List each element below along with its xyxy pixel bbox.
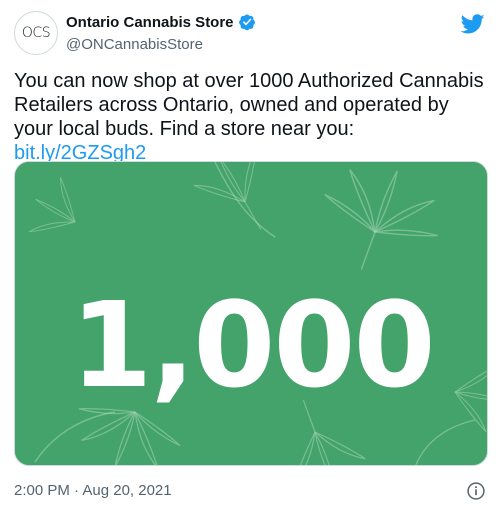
author-display-name[interactable]: Ontario Cannabis Store <box>66 14 234 31</box>
tweet-timestamp[interactable]: 2:00 PM · Aug 20, 2021 <box>14 482 172 499</box>
verified-badge-icon <box>238 14 255 31</box>
promo-graphic: 1,000 <box>15 162 487 465</box>
twitter-bird-icon[interactable] <box>461 12 485 36</box>
avatar-logo-text: OCS <box>21 25 51 41</box>
media-headline: 1,000 <box>70 276 433 414</box>
author-name-row: Ontario Cannabis Store <box>66 13 256 31</box>
info-icon[interactable] <box>466 481 486 501</box>
tweet-media-image[interactable]: 1,000 <box>14 161 488 466</box>
author-handle[interactable]: @ONCannabisStore <box>66 36 203 53</box>
avatar[interactable]: OCS <box>14 11 58 55</box>
tweet-text: You can now shop at over 1000 Authorized… <box>14 69 489 165</box>
tweet-body: You can now shop at over 1000 Authorized… <box>14 70 484 140</box>
